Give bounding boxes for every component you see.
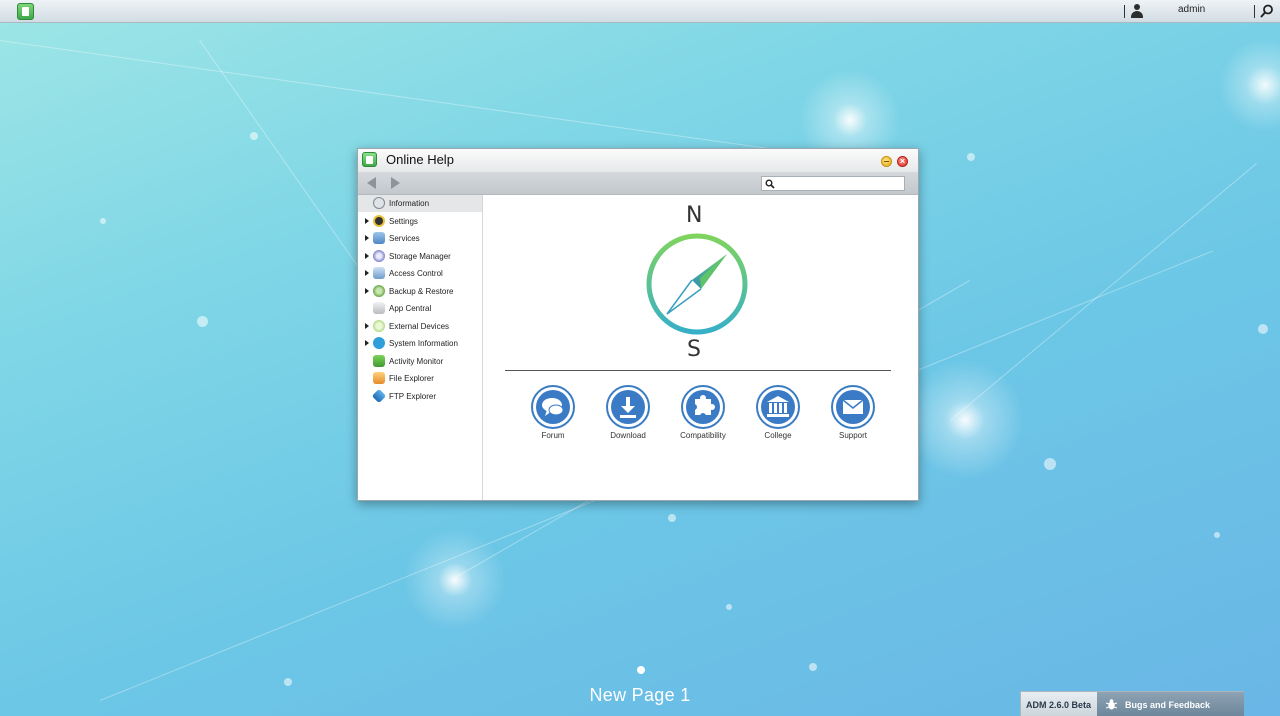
online-help-app-icon[interactable] [17, 3, 34, 20]
divider [505, 370, 891, 371]
support-icon [836, 390, 870, 424]
support-link[interactable]: Support [818, 385, 888, 445]
sidebar-item-access-control[interactable]: Access Control [358, 265, 482, 282]
forum-label: Forum [541, 431, 565, 440]
close-button[interactable]: × [897, 156, 908, 167]
back-arrow-icon[interactable] [367, 177, 376, 189]
sidebar-item-label: External Devices [389, 321, 450, 331]
sidebar-item-activity-monitor[interactable]: Activity Monitor [358, 353, 482, 370]
user-icon[interactable] [1130, 4, 1144, 18]
bugs-feedback-button[interactable]: Bugs and Feedback [1097, 692, 1244, 716]
sidebar-item-system-information[interactable]: System Information [358, 335, 482, 352]
sidebar-item-label: Settings [389, 216, 418, 226]
status-bar: ADM 2.6.0 Beta Bugs and Feedback [1020, 691, 1244, 716]
online-help-window: Online Help × Information Settings Servi… [357, 148, 919, 501]
expand-arrow-icon[interactable] [365, 270, 369, 276]
file-explorer-icon [373, 372, 385, 384]
help-search-input[interactable] [761, 176, 905, 191]
college-label: College [764, 431, 792, 440]
sidebar-item-label: Storage Manager [389, 251, 451, 261]
compatibility-label: Compatibility [680, 431, 726, 440]
sidebar-item-app-central[interactable]: App Central [358, 300, 482, 317]
sidebar-item-label: Information [389, 199, 430, 208]
compass-south-label: S [687, 337, 701, 362]
download-icon [611, 390, 645, 424]
support-label: Support [838, 431, 868, 440]
services-icon [373, 232, 385, 244]
sidebar-item-information[interactable]: Information [358, 195, 482, 212]
bug-icon [1105, 699, 1118, 710]
bugs-feedback-label: Bugs and Feedback [1125, 700, 1211, 710]
forum-link[interactable]: Forum [518, 385, 588, 445]
window-title: Online Help [386, 152, 454, 167]
expand-arrow-icon[interactable] [365, 322, 369, 329]
sidebar-item-label: Activity Monitor [389, 356, 444, 366]
separator [1254, 5, 1255, 18]
sidebar-item-label: Backup & Restore [389, 286, 454, 296]
sidebar-item-settings[interactable]: Settings [358, 213, 482, 230]
compass-north-label: N [686, 203, 703, 228]
expand-arrow-icon[interactable] [365, 235, 369, 241]
help-content-pane: N S Forum Download Compatibility College… [484, 195, 918, 500]
information-icon [373, 197, 385, 209]
download-link[interactable]: Download [593, 385, 663, 445]
separator [1124, 5, 1125, 18]
expand-arrow-icon[interactable] [365, 217, 369, 224]
compass-icon [646, 233, 748, 335]
sidebar-item-label: Services [389, 234, 420, 243]
sidebar-item-storage-manager[interactable]: Storage Manager [358, 248, 482, 265]
external-devices-icon [373, 319, 385, 332]
access-control-icon [373, 267, 385, 279]
window-toolbar [358, 172, 918, 195]
activity-monitor-icon [373, 354, 385, 367]
page-indicator-dot[interactable] [637, 666, 645, 674]
help-topics-sidebar: Information Settings Services Storage Ma… [358, 195, 483, 500]
forum-icon [536, 390, 570, 424]
download-label: Download [610, 431, 646, 440]
app-central-icon [373, 302, 385, 314]
window-titlebar[interactable]: Online Help × [358, 149, 918, 172]
forward-arrow-icon[interactable] [391, 177, 400, 189]
college-icon [761, 390, 795, 424]
backup-restore-icon [373, 284, 385, 297]
sidebar-item-file-explorer[interactable]: File Explorer [358, 370, 482, 387]
sidebar-item-label: File Explorer [389, 374, 434, 383]
expand-arrow-icon[interactable] [365, 340, 369, 346]
sidebar-item-label: Access Control [389, 269, 443, 278]
online-help-app-icon [362, 152, 377, 167]
sidebar-item-external-devices[interactable]: External Devices [358, 318, 482, 335]
sidebar-item-ftp-explorer[interactable]: FTP Explorer [358, 388, 482, 405]
sidebar-item-services[interactable]: Services [358, 230, 482, 247]
page-label: New Page 1 [589, 685, 691, 705]
expand-arrow-icon[interactable] [365, 287, 369, 294]
settings-icon [373, 214, 385, 227]
sidebar-item-label: App Central [389, 304, 432, 313]
system-information-icon [373, 337, 385, 349]
minimize-button[interactable] [881, 156, 892, 167]
college-link[interactable]: College [743, 385, 813, 445]
search-icon[interactable] [1260, 4, 1274, 18]
username-label[interactable]: admin [1178, 4, 1205, 15]
storage-manager-icon [373, 249, 385, 262]
top-bar: admin [0, 0, 1280, 23]
adm-version-label: ADM 2.6.0 Beta [1026, 700, 1092, 710]
expand-arrow-icon[interactable] [365, 252, 369, 259]
sidebar-item-label: System Information [389, 339, 458, 348]
sidebar-item-label: FTP Explorer [389, 391, 436, 401]
compatibility-link[interactable]: Compatibility [668, 385, 738, 445]
search-icon [765, 179, 775, 189]
sidebar-item-backup-restore[interactable]: Backup & Restore [358, 283, 482, 300]
ftp-explorer-icon [371, 388, 387, 403]
compatibility-icon [686, 390, 720, 424]
